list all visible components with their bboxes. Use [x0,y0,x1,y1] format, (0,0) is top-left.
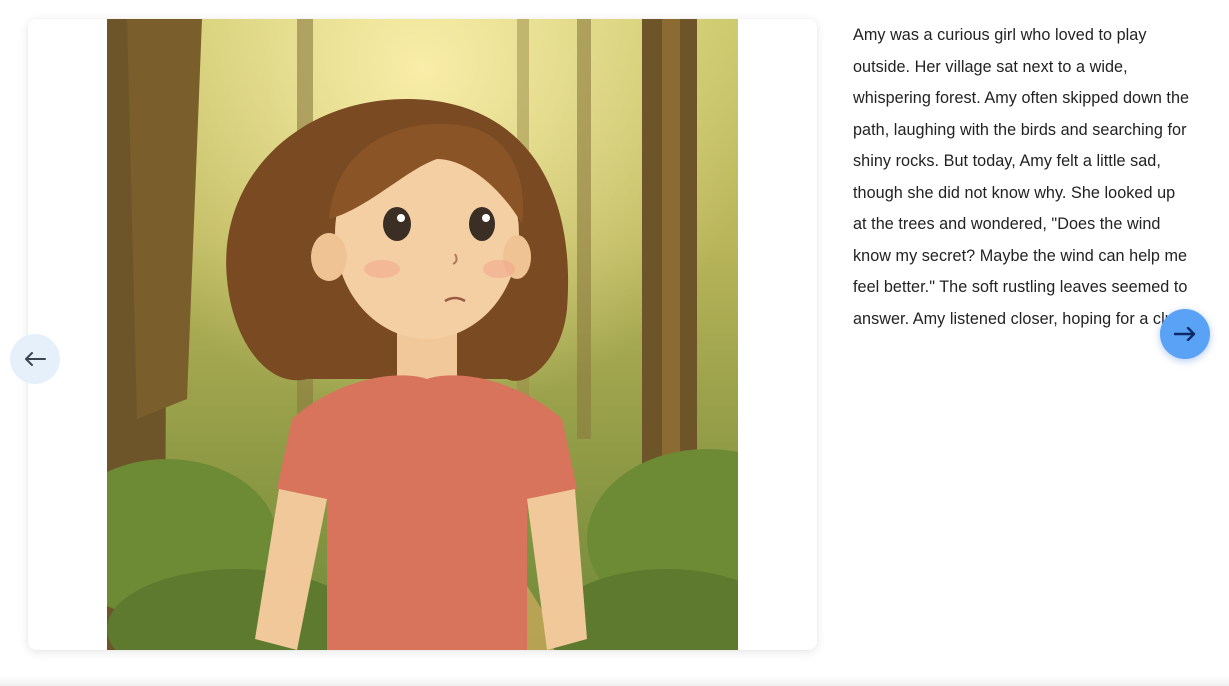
arrow-left-icon [25,352,46,366]
story-illustration [107,19,738,650]
arrow-right-icon [1174,327,1196,341]
story-text: Amy was a curious girl who loved to play… [853,26,1190,328]
next-page-button[interactable] [1160,309,1210,359]
page-bottom-shadow [0,676,1229,686]
story-image-card [28,19,817,650]
previous-page-button[interactable] [10,334,60,384]
